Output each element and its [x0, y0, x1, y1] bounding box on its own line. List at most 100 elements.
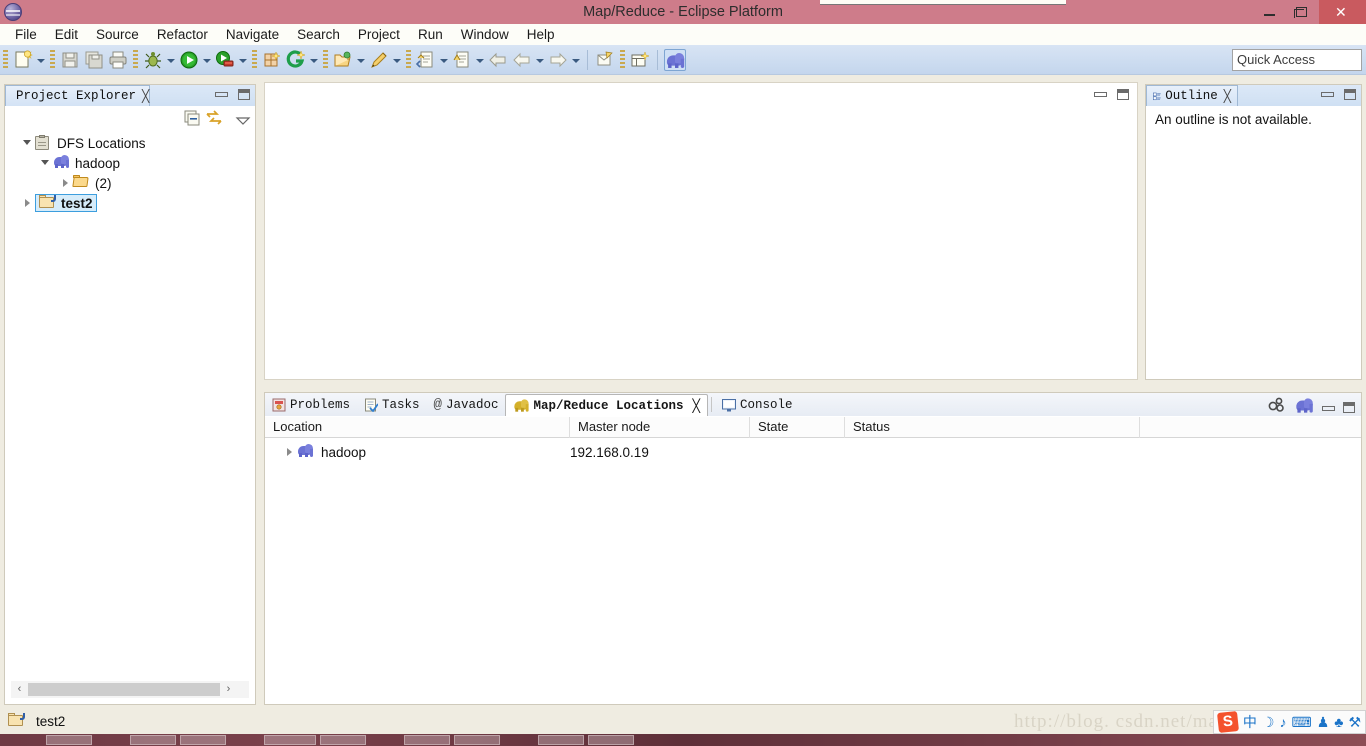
column-header-state[interactable]: State: [750, 417, 845, 438]
editor-area[interactable]: [264, 82, 1138, 380]
previous-annotation-icon[interactable]: [451, 49, 473, 71]
taskbar-item[interactable]: [264, 735, 316, 745]
new-hadoop-location-icon[interactable]: [1296, 397, 1313, 417]
tab-tasks[interactable]: Tasks: [357, 394, 427, 416]
horizontal-scrollbar[interactable]: ‹ ›: [11, 681, 249, 698]
tab-outline[interactable]: Outline ╳: [1146, 85, 1238, 106]
keyboard-icon[interactable]: ⌨: [1291, 714, 1311, 731]
minimize-view-icon[interactable]: [1321, 89, 1334, 98]
run-external-tools-icon[interactable]: [214, 49, 236, 71]
taskbar-item[interactable]: [46, 735, 92, 745]
tree-item-folder[interactable]: (2): [5, 173, 255, 193]
tree-item-test2[interactable]: test2: [5, 193, 255, 213]
new-class-dropdown-arrow[interactable]: [308, 49, 320, 71]
cell-location[interactable]: hadoop: [265, 442, 570, 462]
chinese-mode-icon[interactable]: 中: [1243, 712, 1257, 732]
edit-hadoop-location-icon[interactable]: [1268, 397, 1286, 418]
toolbar-grip[interactable]: [620, 49, 625, 70]
scroll-left-button[interactable]: ‹: [11, 681, 28, 698]
tree-item-dfs-locations[interactable]: DFS Locations: [5, 133, 255, 153]
taskbar-item[interactable]: [538, 735, 584, 745]
collapse-all-icon[interactable]: [183, 110, 201, 128]
column-header-location[interactable]: Location: [265, 417, 570, 438]
taskbar-item[interactable]: [180, 735, 226, 745]
back-icon[interactable]: [487, 49, 509, 71]
menu-item-run[interactable]: Run: [409, 24, 452, 45]
toolbar-grip[interactable]: [50, 49, 55, 70]
menu-item-edit[interactable]: Edit: [46, 24, 87, 45]
minimize-view-icon[interactable]: [215, 89, 228, 98]
table-row[interactable]: hadoop 192.168.0.19: [265, 441, 1361, 463]
back-arrow-icon[interactable]: [511, 49, 533, 71]
tab-console[interactable]: Console: [715, 394, 800, 416]
new-wizard-dropdown-arrow[interactable]: [35, 49, 47, 71]
new-java-package-icon[interactable]: [261, 49, 283, 71]
close-icon[interactable]: ╳: [1224, 89, 1231, 104]
new-mapreduce-project-icon[interactable]: [629, 49, 651, 71]
twisty-icon[interactable]: [283, 442, 297, 462]
column-header-extra[interactable]: [1140, 417, 1355, 438]
toolbar-grip[interactable]: [323, 49, 328, 70]
twisty-icon[interactable]: [59, 173, 73, 193]
taskbar-item[interactable]: [588, 735, 634, 745]
moon-icon[interactable]: ☽: [1262, 714, 1275, 731]
sogou-input-icon[interactable]: S: [1216, 711, 1239, 733]
voice-input-icon[interactable]: ♪: [1279, 714, 1286, 730]
menu-item-project[interactable]: Project: [349, 24, 409, 45]
tab-javadoc[interactable]: @ Javadoc: [427, 394, 506, 416]
edit-dropdown-arrow[interactable]: [391, 49, 403, 71]
print-icon[interactable]: [107, 49, 129, 71]
tab-project-explorer[interactable]: Project Explorer ╳: [5, 85, 150, 106]
maximize-view-icon[interactable]: [1344, 89, 1356, 100]
menu-item-file[interactable]: File: [6, 24, 46, 45]
taskbar-item[interactable]: [130, 735, 176, 745]
toolbar-grip[interactable]: [133, 49, 138, 70]
tree-item-hadoop[interactable]: hadoop: [5, 153, 255, 173]
link-with-editor-icon[interactable]: [205, 110, 223, 128]
toolbox-icon[interactable]: ⚒: [1348, 714, 1361, 731]
twisty-icon[interactable]: [21, 193, 35, 213]
taskbar-item[interactable]: [404, 735, 450, 745]
debug-dropdown-arrow[interactable]: [165, 49, 177, 71]
quick-access-input[interactable]: Quick Access: [1232, 49, 1362, 71]
menu-item-help[interactable]: Help: [518, 24, 564, 45]
minimize-view-icon[interactable]: [1094, 89, 1107, 98]
new-wizard-icon[interactable]: [12, 49, 34, 71]
taskbar-item[interactable]: [454, 735, 500, 745]
user-icon[interactable]: ♟: [1317, 714, 1330, 731]
skin-icon[interactable]: ♣: [1334, 714, 1343, 730]
debug-icon[interactable]: [142, 49, 164, 71]
menu-item-search[interactable]: Search: [288, 24, 349, 45]
toolbar-grip[interactable]: [3, 49, 8, 70]
close-icon[interactable]: ╳: [142, 89, 149, 104]
new-class-icon[interactable]: [285, 49, 307, 71]
edit-icon[interactable]: [368, 49, 390, 71]
forward-icon[interactable]: [547, 49, 569, 71]
menu-item-navigate[interactable]: Navigate: [217, 24, 288, 45]
previous-annotation-dropdown-arrow[interactable]: [474, 49, 486, 71]
maximize-view-icon[interactable]: [1343, 402, 1355, 413]
scrollbar-thumb[interactable]: [28, 683, 220, 696]
toolbar-grip[interactable]: [406, 49, 411, 70]
column-header-master-node[interactable]: Master node: [570, 417, 750, 438]
open-type-dropdown-arrow[interactable]: [355, 49, 367, 71]
external-tools-dropdown-arrow[interactable]: [237, 49, 249, 71]
mapreduce-perspective-icon[interactable]: [664, 48, 686, 71]
open-type-icon[interactable]: [332, 49, 354, 71]
close-icon[interactable]: ╳: [692, 398, 700, 414]
run-dropdown-arrow[interactable]: [201, 49, 213, 71]
next-annotation-icon[interactable]: [415, 49, 437, 71]
scroll-right-button[interactable]: ›: [220, 681, 237, 698]
save-icon[interactable]: [59, 49, 81, 71]
maximize-view-icon[interactable]: [238, 89, 250, 100]
minimize-button[interactable]: [1253, 0, 1286, 24]
toolbar-grip[interactable]: [252, 49, 257, 70]
column-header-status[interactable]: Status: [845, 417, 1140, 438]
tab-map-reduce-locations[interactable]: Map/Reduce Locations ╳: [505, 394, 709, 416]
minimize-view-icon[interactable]: [1322, 403, 1335, 412]
last-edit-location-icon[interactable]: [594, 49, 616, 71]
menu-item-source[interactable]: Source: [87, 24, 148, 45]
twisty-icon[interactable]: [21, 133, 35, 153]
run-icon[interactable]: [178, 49, 200, 71]
twisty-icon[interactable]: [39, 153, 53, 173]
